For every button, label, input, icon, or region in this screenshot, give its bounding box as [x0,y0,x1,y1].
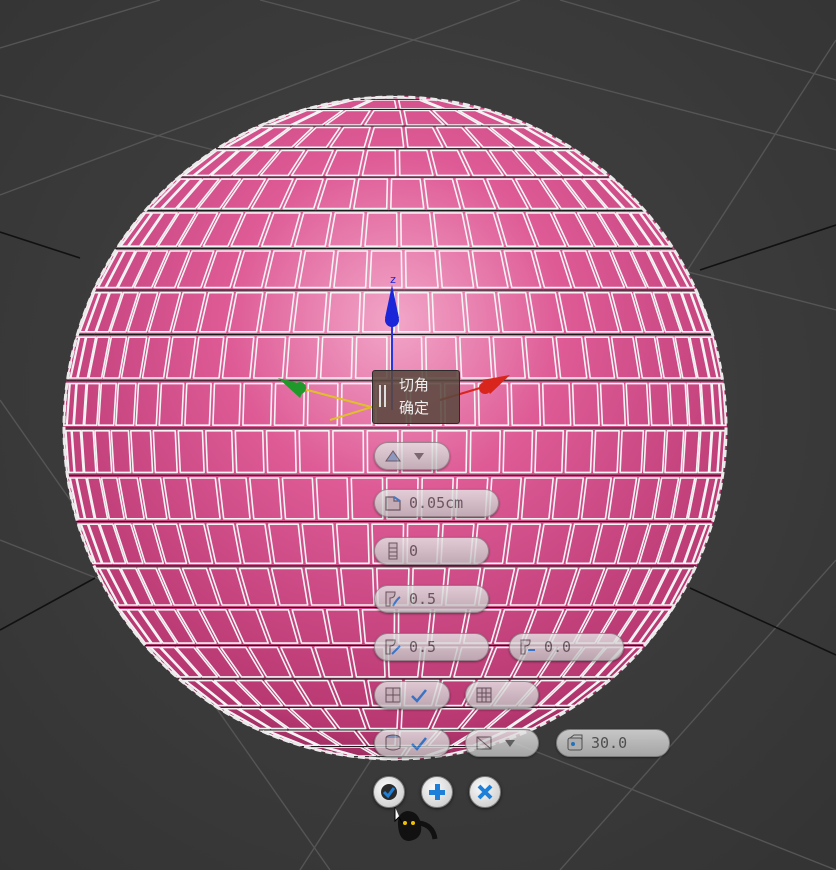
apply-button[interactable] [421,776,453,808]
check-icon [411,689,427,703]
smooth-icon [385,687,401,703]
cancel-button[interactable] [469,776,501,808]
caddy-title-confirm: 确定 [399,399,430,417]
ok-button[interactable] [373,776,405,808]
chamfer-type-dropdown[interactable] [374,442,450,470]
mitre-icon [476,736,492,750]
caddy-title-chamfer: 切角 [399,376,430,394]
segments-spinner[interactable]: 0 [374,537,489,565]
chevron-down-icon-2 [505,740,515,747]
threshold-value[interactable]: 30.0 [591,734,627,752]
depth-value[interactable]: 0.5 [409,638,436,656]
cylinder-icon [385,734,401,751]
svg-text:z: z [390,273,396,286]
smooth-toggle[interactable] [374,681,450,709]
cancel-icon [477,784,493,800]
amount-spinner[interactable]: 0.05cm [374,489,499,517]
threshold-spinner[interactable]: 30.0 [556,729,670,757]
chamfer-smooth-toggle[interactable] [374,729,450,757]
grid-icon [476,687,492,703]
caddy-title-box[interactable]: 切角 确定 [372,370,460,424]
tension-value[interactable]: 0.5 [409,590,436,608]
smooth-type-dropdown[interactable] [465,681,539,709]
check-icon-2 [411,737,427,751]
width-icon [520,639,535,655]
apply-icon [429,784,445,800]
drag-handle-icon[interactable] [379,385,389,407]
tension-icon [385,591,401,607]
segments-value[interactable]: 0 [409,542,418,560]
depth-icon [385,639,401,655]
mitre-type-dropdown[interactable] [465,729,539,757]
amount-value[interactable]: 0.05cm [409,494,463,512]
segments-icon [388,542,398,560]
ok-icon [381,784,397,800]
chamfer-type-icon [385,450,401,462]
depth-spinner[interactable]: 0.5 [374,633,489,661]
chevron-down-icon [414,453,424,460]
width-value[interactable]: 0.0 [544,638,571,656]
amount-icon [385,496,401,511]
width-spinner[interactable]: 0.0 [509,633,624,661]
cursor-icon [394,807,438,841]
tension-spinner[interactable]: 0.5 [374,585,489,613]
threshold-icon [567,734,583,751]
